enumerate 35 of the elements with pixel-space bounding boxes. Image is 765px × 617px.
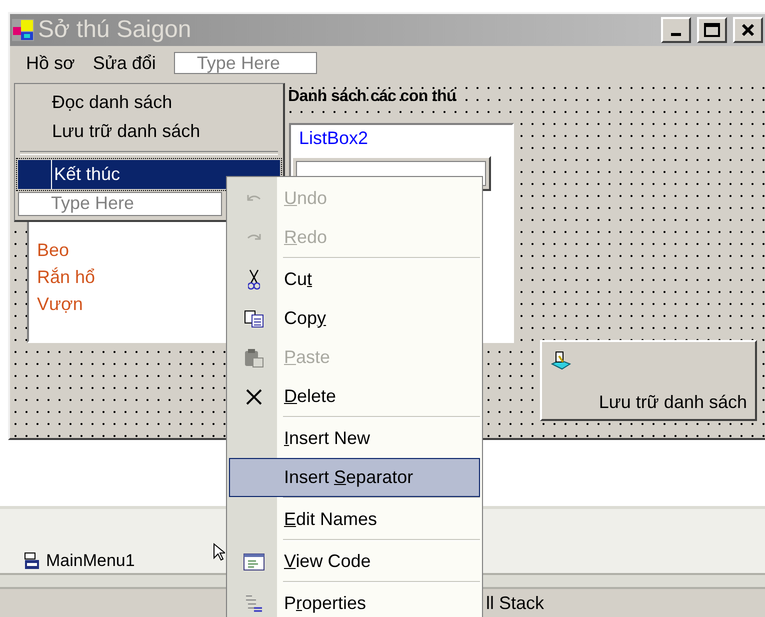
copy-icon — [244, 310, 264, 328]
mouse-cursor-icon — [213, 543, 225, 561]
minimize-button[interactable] — [661, 17, 691, 43]
properties-icon — [244, 594, 264, 614]
maximize-button[interactable] — [697, 17, 727, 43]
list-box-name: ListBox2 — [298, 127, 370, 150]
context-menu-item[interactable]: Properties — [229, 584, 480, 617]
menu-item[interactable]: Sửa đổi — [92, 52, 156, 74]
menu-component-icon — [24, 552, 40, 570]
close-icon — [741, 23, 755, 37]
maximize-icon — [704, 23, 720, 37]
context-menu-item[interactable]: Edit Names — [229, 500, 480, 539]
close-button[interactable] — [733, 17, 763, 43]
context-menu-item[interactable]: Insert New — [229, 419, 480, 458]
menu-item[interactable]: Đọc danh sách — [18, 88, 280, 118]
menu-type-here-field[interactable]: Type Here — [174, 52, 317, 74]
type-here-field[interactable]: Type Here — [18, 192, 222, 216]
context-menu-item[interactable]: View Code — [229, 542, 480, 581]
code-window-icon — [243, 552, 265, 570]
disk-drive-icon — [550, 350, 572, 372]
list-label: Danh sách các con thú — [288, 88, 456, 106]
minimize-icon — [671, 33, 681, 36]
app-icon — [12, 19, 34, 41]
menu-item[interactable]: Hồ sơ — [26, 52, 75, 74]
paste-icon — [244, 348, 264, 368]
tray-component[interactable]: MainMenu1 — [24, 551, 135, 571]
context-menu-item[interactable]: Insert Separator — [229, 458, 480, 497]
context-menu-item[interactable]: Delete — [229, 377, 480, 416]
tab-label[interactable]: ll Stack — [486, 592, 544, 614]
save-list-button[interactable]: Lưu trữ danh sách — [540, 340, 757, 421]
cut-icon — [248, 268, 260, 290]
menu-item[interactable]: Kết thúc — [18, 160, 280, 189]
menu-item[interactable]: Lưu trữ danh sách — [18, 117, 280, 146]
window-title: Sở thú Saigon — [38, 16, 192, 44]
delete-icon — [245, 388, 263, 406]
